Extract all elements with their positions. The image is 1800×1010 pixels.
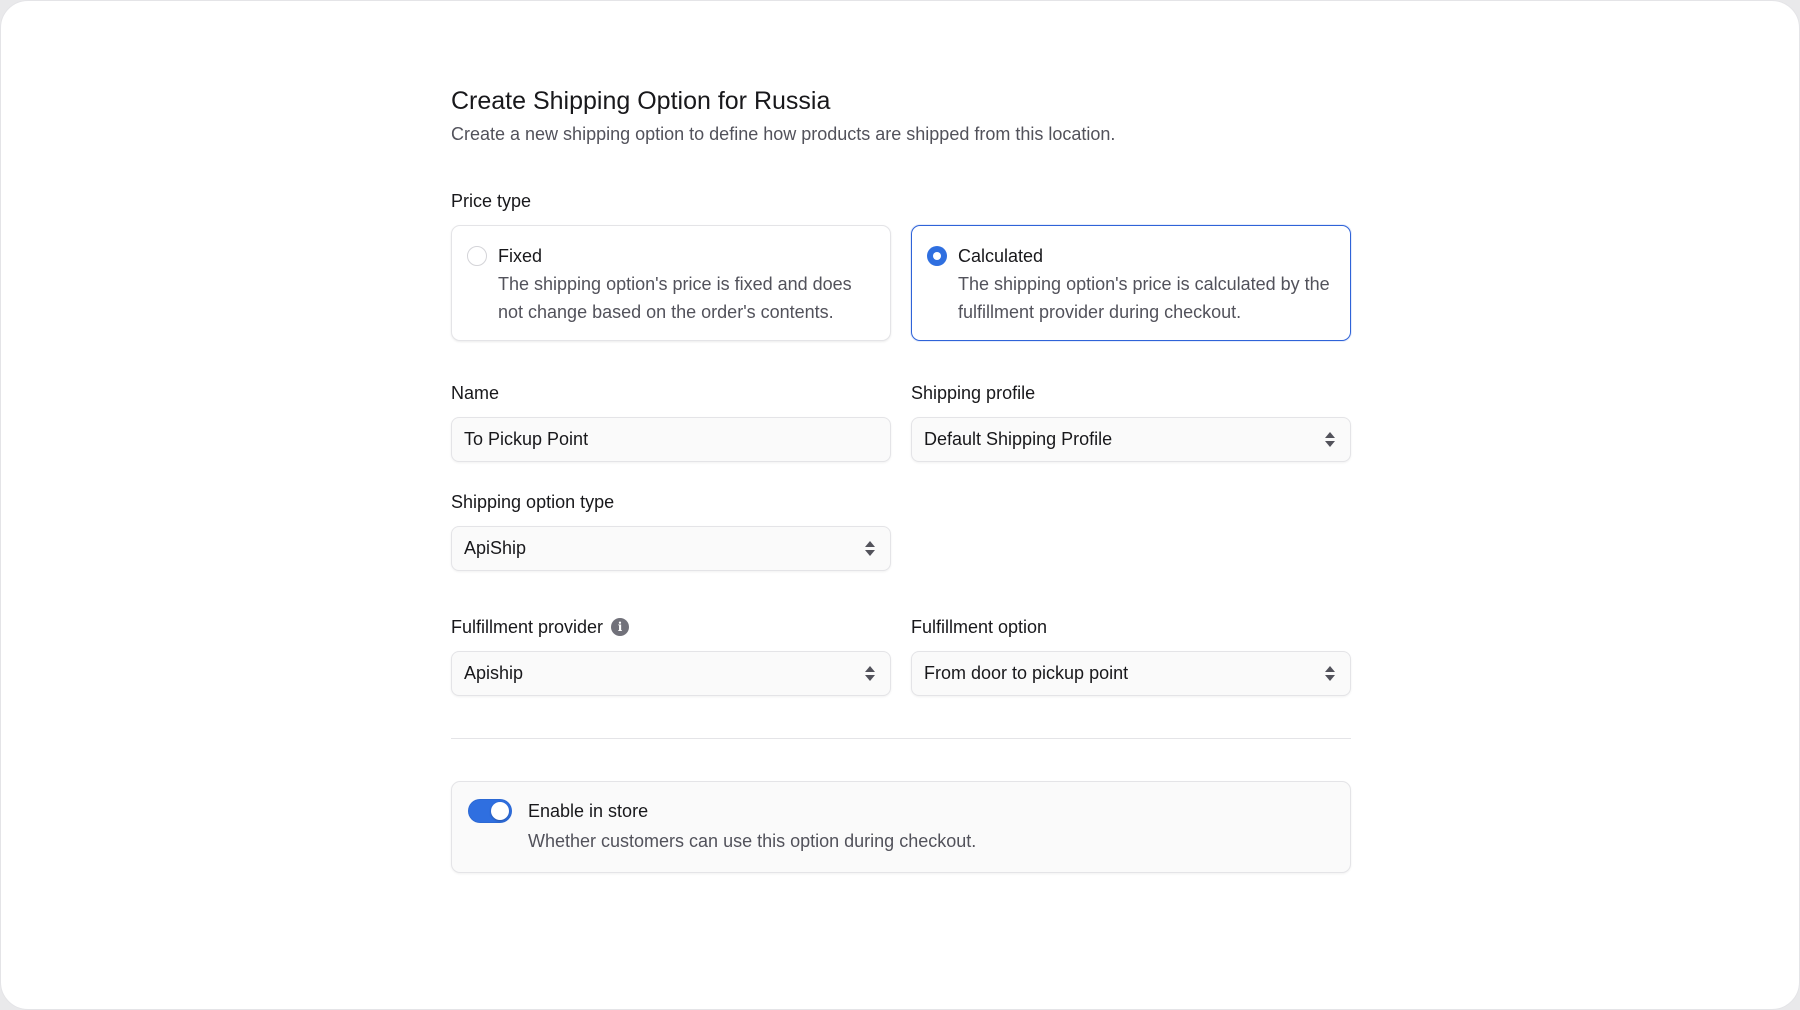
chevron-up-down-icon (1324, 430, 1336, 450)
name-field-group: Name (451, 381, 891, 462)
fulfillment-provider-select[interactable]: Apiship (451, 651, 891, 696)
price-type-option-text: Fixed The shipping option's price is fix… (498, 243, 874, 340)
create-shipping-option-form: Create Shipping Option for Russia Create… (451, 85, 1351, 873)
price-type-option-fixed[interactable]: Fixed The shipping option's price is fix… (451, 225, 891, 341)
fulfillment-provider-value: Apiship (464, 663, 524, 683)
fulfillment-provider-label: Fulfillment provider (451, 617, 604, 637)
fulfillment-provider-field-group: Fulfillment provider i Apiship (451, 615, 891, 696)
enable-in-store-description: Whether customers can use this option du… (528, 831, 977, 851)
chevron-up-down-icon (1324, 664, 1336, 684)
page-subtitle: Create a new shipping option to define h… (451, 124, 1116, 144)
chevron-up-down-icon (864, 664, 876, 684)
price-type-option-text: Calculated The shipping option's price i… (958, 243, 1334, 340)
shipping-profile-field-group: Shipping profile Default Shipping Profil… (911, 381, 1351, 462)
app-window: Create Shipping Option for Russia Create… (0, 0, 1800, 1010)
info-icon[interactable]: i (611, 618, 630, 636)
shipping-profile-select[interactable]: Default Shipping Profile (911, 417, 1351, 462)
chevron-up-down-icon (864, 539, 876, 559)
name-input[interactable] (464, 429, 878, 450)
option-type-row: Shipping option type ApiShip (451, 490, 1351, 571)
enable-in-store-title: Enable in store (528, 801, 649, 821)
shipping-option-type-select[interactable]: ApiShip (451, 526, 891, 571)
page-title: Create Shipping Option for Russia (451, 87, 831, 115)
shipping-option-type-field-group: Shipping option type ApiShip (451, 490, 891, 571)
fulfillment-option-value: From door to pickup point (924, 663, 1129, 683)
price-type-option-description: The shipping option's price is fixed and… (498, 274, 852, 322)
shipping-option-type-value: ApiShip (464, 538, 527, 558)
price-type-option-description: The shipping option's price is calculate… (958, 274, 1330, 322)
toggle-knob (491, 802, 509, 820)
fulfillment-option-select[interactable]: From door to pickup point (911, 651, 1351, 696)
name-profile-row: Name Shipping profile Default Shipping P… (451, 381, 1351, 462)
radio-checked-icon[interactable] (927, 246, 947, 266)
fulfillment-provider-label-row: Fulfillment provider i (451, 615, 891, 639)
shipping-option-type-label: Shipping option type (451, 492, 615, 512)
price-type-option-title: Fixed (498, 246, 543, 266)
enable-in-store-text: Enable in store Whether customers can us… (528, 798, 976, 872)
price-type-option-title: Calculated (958, 246, 1044, 266)
shipping-profile-value: Default Shipping Profile (924, 429, 1113, 449)
name-label: Name (451, 383, 500, 403)
price-type-radio-group: Fixed The shipping option's price is fix… (451, 225, 1351, 341)
fulfillment-option-field-group: Fulfillment option From door to pickup p… (911, 615, 1351, 696)
shipping-profile-label: Shipping profile (911, 383, 1036, 403)
name-input-wrapper (451, 417, 891, 462)
price-type-option-calculated[interactable]: Calculated The shipping option's price i… (911, 225, 1351, 341)
price-type-label: Price type (451, 191, 532, 211)
section-divider (451, 738, 1351, 739)
fulfillment-row: Fulfillment provider i Apiship Fulfillme… (451, 615, 1351, 696)
enable-in-store-card: Enable in store Whether customers can us… (451, 781, 1351, 873)
enable-in-store-toggle[interactable] (468, 799, 512, 823)
radio-unchecked-icon[interactable] (467, 246, 487, 266)
fulfillment-option-label: Fulfillment option (911, 617, 1048, 637)
